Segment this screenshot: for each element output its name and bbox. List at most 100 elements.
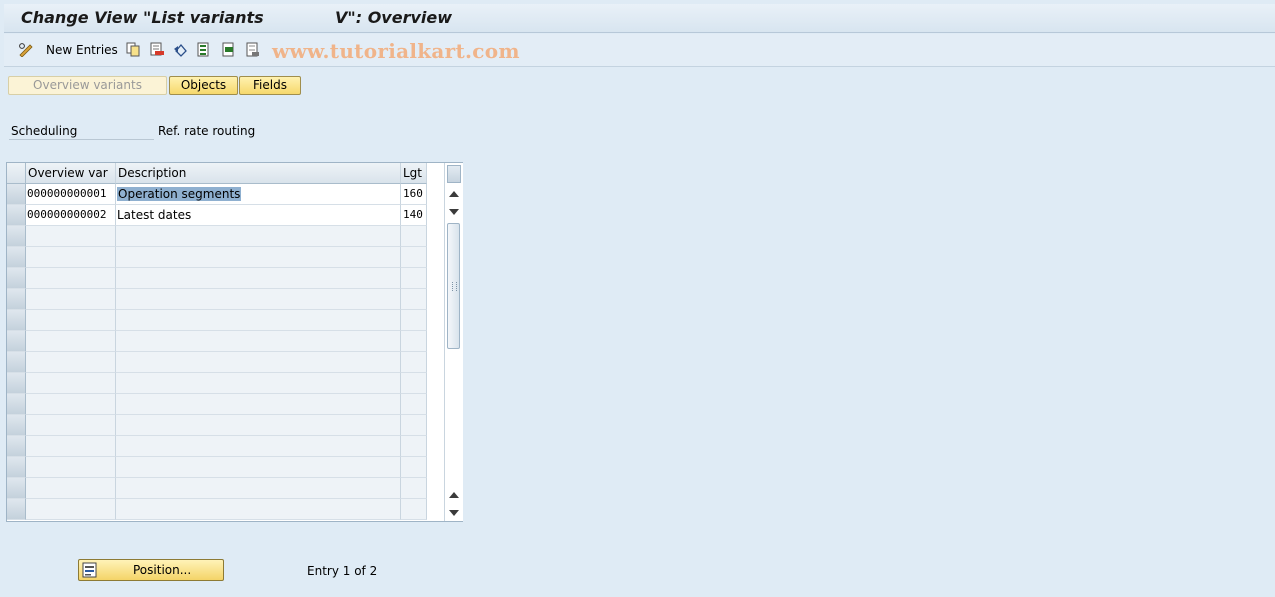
empty-cell[interactable] <box>116 394 401 415</box>
column-header-description[interactable]: Description <box>116 163 401 184</box>
row-selector[interactable] <box>7 310 26 331</box>
empty-cell[interactable] <box>116 499 401 520</box>
empty-cell[interactable] <box>26 289 116 310</box>
row-selector[interactable] <box>7 373 26 394</box>
empty-cell[interactable] <box>116 478 401 499</box>
empty-cell[interactable] <box>401 436 427 457</box>
empty-cell[interactable] <box>116 436 401 457</box>
empty-cell[interactable] <box>116 310 401 331</box>
empty-cell[interactable] <box>26 331 116 352</box>
empty-cell[interactable] <box>401 289 427 310</box>
label-underline <box>9 139 154 140</box>
empty-cell[interactable] <box>26 436 116 457</box>
position-button-label: Position... <box>133 563 192 577</box>
delete-icon[interactable] <box>150 42 164 57</box>
scroll-up-icon[interactable] <box>449 191 459 197</box>
list-variants-table: Overview var Description Lgt 00000000000… <box>6 162 463 522</box>
watermark-text: www.tutorialkart.com <box>272 39 520 63</box>
row-selector[interactable] <box>7 394 26 415</box>
empty-cell[interactable] <box>26 310 116 331</box>
empty-cell[interactable] <box>26 415 116 436</box>
page-up-icon[interactable] <box>449 492 459 498</box>
select-block-icon[interactable] <box>222 42 236 57</box>
copy-icon[interactable] <box>126 42 140 57</box>
empty-cell[interactable] <box>116 457 401 478</box>
vertical-scrollbar[interactable] <box>444 163 463 521</box>
grip-icon <box>452 282 457 291</box>
undo-icon[interactable] <box>173 42 187 57</box>
entry-counter: Entry 1 of 2 <box>307 564 378 578</box>
row-selector[interactable] <box>7 499 26 520</box>
row-selector[interactable] <box>7 352 26 373</box>
empty-cell[interactable] <box>116 373 401 394</box>
row-selector[interactable] <box>7 457 26 478</box>
row-selector[interactable] <box>7 184 26 205</box>
position-icon <box>82 562 98 581</box>
new-entries-button[interactable]: New Entries <box>46 43 118 57</box>
scheduling-value: Ref. rate routing <box>158 124 256 138</box>
row-selector[interactable] <box>7 331 26 352</box>
cell-lgt[interactable]: 160 <box>401 184 427 205</box>
row-selector[interactable] <box>7 415 26 436</box>
row-selector[interactable] <box>7 268 26 289</box>
empty-cell[interactable] <box>26 373 116 394</box>
empty-cell[interactable] <box>401 226 427 247</box>
column-header-overview-var[interactable]: Overview var <box>26 163 116 184</box>
objects-button[interactable]: Objects <box>169 76 238 95</box>
empty-cell[interactable] <box>401 331 427 352</box>
empty-cell[interactable] <box>26 457 116 478</box>
title-bar: Change View "List variants V": Overview <box>4 4 1275 33</box>
fields-button[interactable]: Fields <box>239 76 301 95</box>
row-selector[interactable] <box>7 436 26 457</box>
empty-cell[interactable] <box>116 331 401 352</box>
empty-cell[interactable] <box>116 247 401 268</box>
empty-cell[interactable] <box>116 415 401 436</box>
cell-overview-var[interactable]: 000000000001 <box>26 184 116 205</box>
empty-cell[interactable] <box>401 394 427 415</box>
empty-cell[interactable] <box>401 310 427 331</box>
empty-cell[interactable] <box>26 394 116 415</box>
empty-cell[interactable] <box>401 352 427 373</box>
cell-description[interactable]: Latest dates <box>116 205 401 226</box>
empty-cell[interactable] <box>26 352 116 373</box>
empty-cell[interactable] <box>401 478 427 499</box>
pencil-glasses-icon[interactable] <box>18 42 33 58</box>
cell-overview-var[interactable]: 000000000002 <box>26 205 116 226</box>
page-title-suffix: V": Overview <box>335 8 453 27</box>
row-selector[interactable] <box>7 247 26 268</box>
empty-cell[interactable] <box>26 499 116 520</box>
select-all-icon[interactable] <box>197 42 211 57</box>
column-header-lgt[interactable]: Lgt <box>401 163 427 184</box>
page-title: Change View "List variants <box>21 8 264 27</box>
empty-cell[interactable] <box>26 226 116 247</box>
position-button[interactable]: Position... <box>78 559 224 581</box>
overview-variants-button: Overview variants <box>8 76 167 95</box>
empty-cell[interactable] <box>401 499 427 520</box>
cell-lgt[interactable]: 140 <box>401 205 427 226</box>
row-selector[interactable] <box>7 289 26 310</box>
empty-cell[interactable] <box>401 457 427 478</box>
scheduling-label: Scheduling <box>11 124 78 138</box>
empty-cell[interactable] <box>26 478 116 499</box>
row-selector[interactable] <box>7 226 26 247</box>
page-down-icon[interactable] <box>449 510 459 516</box>
empty-cell[interactable] <box>401 415 427 436</box>
empty-cell[interactable] <box>401 247 427 268</box>
cell-description[interactable]: Operation segments <box>116 184 401 205</box>
select-all-rows-button[interactable] <box>7 163 26 184</box>
scroll-down-icon[interactable] <box>449 209 459 215</box>
scrollbar-thumb[interactable] <box>447 223 460 349</box>
empty-cell[interactable] <box>26 247 116 268</box>
empty-cell[interactable] <box>116 352 401 373</box>
empty-cell[interactable] <box>401 373 427 394</box>
empty-cell[interactable] <box>116 268 401 289</box>
empty-cell[interactable] <box>116 226 401 247</box>
cell-description-text: Operation segments <box>117 187 242 201</box>
row-selector[interactable] <box>7 478 26 499</box>
empty-cell[interactable] <box>116 289 401 310</box>
empty-cell[interactable] <box>26 268 116 289</box>
empty-cell[interactable] <box>401 268 427 289</box>
table-settings-button[interactable] <box>447 165 461 183</box>
deselect-all-icon[interactable] <box>246 42 260 57</box>
row-selector[interactable] <box>7 205 26 226</box>
